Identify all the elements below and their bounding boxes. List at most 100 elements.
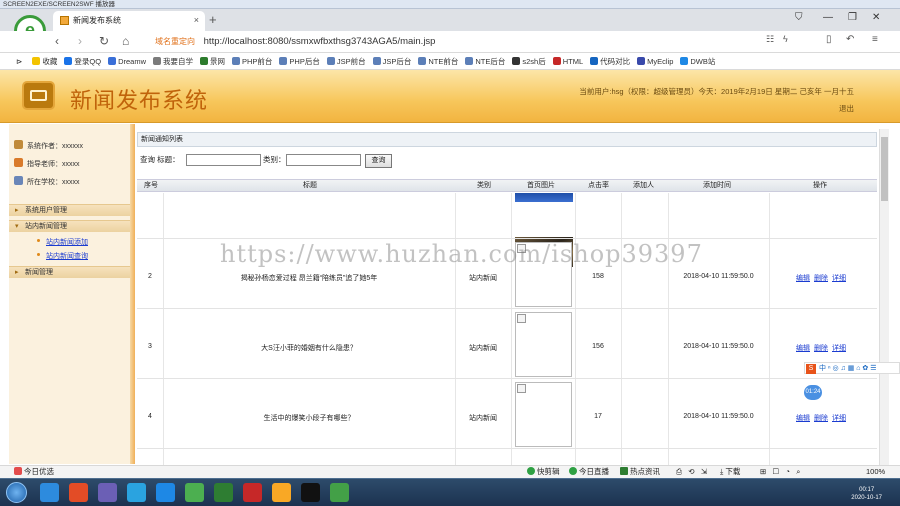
bookmark-item[interactable]: Dreamw [108, 53, 146, 69]
bookmark-item[interactable]: PHP前台 [231, 53, 272, 69]
bookmark-label: Dreamw [118, 57, 146, 66]
delete-link[interactable]: 删除 [814, 343, 828, 353]
ime-tools-icon[interactable]: ⁿ ◎ ♫ ▦ ⌂ ✿ ☰ [828, 365, 877, 372]
close-tab-icon[interactable]: × [194, 11, 199, 30]
bookmark-item[interactable]: NTE前台 [418, 53, 458, 69]
row-type: 站内新闻 [469, 275, 497, 282]
col-type: 类别 [477, 182, 491, 189]
status-download[interactable]: ⤓ 下载 [720, 466, 740, 478]
bookmark-item[interactable]: JSP后台 [372, 53, 411, 69]
status-icons[interactable]: ⎙ ⟲ ⇲ [676, 466, 707, 478]
ime-mode[interactable]: 中 [819, 365, 826, 372]
row-no: 2 [148, 273, 152, 280]
status-live[interactable]: 今日直播 [569, 466, 609, 478]
sidebar: 系统作者：xxxxxx 指导老师：xxxxx 所在学校：xxxxx 系统用户管理… [9, 124, 131, 464]
lightning-icon[interactable]: ϟ [783, 34, 788, 44]
detail-link[interactable]: 详细 [832, 273, 846, 283]
ime-toolbar[interactable]: S中 ⁿ ◎ ♫ ▦ ⌂ ✿ ☰ [804, 362, 900, 374]
edit-link[interactable]: 编辑 [796, 413, 810, 423]
panel-title: 新闻通知列表 [137, 132, 877, 147]
bookmark-item[interactable]: s2sh后 [512, 53, 546, 69]
folder-icon[interactable] [272, 483, 291, 502]
redirect-hint: 域名重定向 [155, 37, 195, 46]
ie-icon[interactable] [40, 483, 59, 502]
status-quick-clip[interactable]: 快剪辑 [527, 466, 560, 478]
status-extra-icons[interactable]: ⊞ ☐ ◔ ⌕ [760, 466, 801, 478]
submenu-news-query[interactable]: 站内新闻查询 [37, 251, 88, 261]
edit-link[interactable]: 编辑 [796, 273, 810, 283]
detail-link[interactable]: 详细 [832, 413, 846, 423]
menu-news-manage[interactable]: 新闻管理 [9, 266, 131, 279]
bookmark-item[interactable]: HTML [552, 53, 583, 69]
bookmark-item[interactable]: MyEclip [637, 53, 673, 69]
close-window-icon[interactable]: ✕ [872, 12, 880, 23]
maximize-icon[interactable]: ❐ [848, 12, 857, 23]
bookmark-item[interactable]: 代码对比 [590, 53, 631, 69]
chrome-icon[interactable] [69, 483, 88, 502]
qq-icon[interactable] [301, 483, 320, 502]
menu-icon[interactable]: ≡ [872, 34, 878, 45]
player-icon[interactable] [330, 483, 349, 502]
app-logo-icon [22, 81, 55, 110]
sidebar-splitter[interactable] [130, 124, 135, 464]
grid-icon[interactable]: ☷ [766, 34, 774, 45]
tab-news-system[interactable]: 新闻发布系统 × [53, 11, 205, 31]
bookmark-label: 景网 [209, 57, 225, 66]
sidebar-toggle-icon[interactable]: ⊳ [16, 57, 22, 66]
excel-icon[interactable] [214, 483, 233, 502]
device-icon[interactable]: ▯ [826, 34, 832, 45]
bookmark-item[interactable]: NTE后台 [465, 53, 505, 69]
edit-link[interactable]: 编辑 [796, 343, 810, 353]
bookmark-item[interactable]: JSP前台 [326, 53, 366, 69]
green-app-icon[interactable] [185, 483, 204, 502]
back-icon[interactable]: ‹ [55, 34, 59, 48]
menu-system-users[interactable]: 系统用户管理 [9, 204, 131, 217]
flash-icon[interactable] [243, 483, 262, 502]
vertical-scrollbar[interactable] [879, 129, 889, 465]
news-thumbnail [515, 193, 573, 202]
delete-link[interactable]: 删除 [814, 413, 828, 423]
delete-link[interactable]: 删除 [814, 273, 828, 283]
bookmark-icon [231, 57, 240, 65]
school-label: 所在学校：xxxxx [27, 179, 80, 186]
news-icon [620, 467, 628, 475]
scrollbar-thumb[interactable] [881, 137, 888, 201]
media-icon[interactable] [98, 483, 117, 502]
bookmark-item[interactable]: DWB站 [680, 53, 715, 69]
bookmark-item[interactable]: PHP后台 [279, 53, 320, 69]
sogou-ime-icon[interactable]: S [806, 364, 816, 374]
bookmark-label: 代码对比 [600, 57, 631, 66]
url-text[interactable]: http://localhost:8080/ssmxwfbxthsg3743AG… [204, 36, 436, 47]
network-icon[interactable] [127, 483, 146, 502]
type-search-input[interactable] [286, 154, 361, 166]
detail-link[interactable]: 详细 [832, 343, 846, 353]
minimize-icon[interactable]: — [823, 12, 833, 23]
row-title: 生活中的爆笑小段子有哪些？ [263, 415, 355, 422]
menu-site-news[interactable]: 站内新闻管理 [9, 220, 131, 233]
start-button[interactable] [6, 482, 27, 503]
bookmark-item[interactable]: 收藏 [32, 53, 57, 69]
address-bar[interactable]: 域名重定向 http://localhost:8080/ssmxwfbxthsg… [155, 33, 795, 51]
new-tab-icon[interactable]: + [209, 12, 217, 27]
ime-badge[interactable]: 01:24 [804, 385, 822, 400]
home-icon[interactable]: ⌂ [122, 34, 129, 48]
zoom-level[interactable]: 100% [866, 466, 885, 478]
browser-tab-strip: 新闻发布系统 × + ⛉ — ❐ ✕ [0, 9, 900, 31]
submenu-news-add[interactable]: 站内新闻添加 [37, 237, 88, 247]
status-news[interactable]: 热点资讯 [620, 466, 660, 478]
bookmark-item[interactable]: 我要自学 [152, 53, 193, 69]
bookmark-item[interactable]: 景网 [199, 53, 225, 69]
status-today-picks[interactable]: 今日优选 [14, 466, 54, 478]
reload-icon[interactable]: ↻ [99, 34, 109, 48]
bookmark-item[interactable]: 登录QQ [64, 53, 101, 69]
row-type: 站内新闻 [469, 415, 497, 422]
logout-link[interactable]: 退出 [839, 103, 854, 114]
forward-icon[interactable]: › [78, 34, 82, 48]
title-search-input[interactable] [186, 154, 261, 166]
shield-icon[interactable]: ⛉ [795, 12, 803, 23]
school-icon [14, 176, 23, 185]
undo-icon[interactable]: ↶ [846, 34, 854, 45]
explorer-icon[interactable] [156, 483, 175, 502]
search-button[interactable]: 查询 [365, 154, 392, 168]
broken-image-icon [517, 384, 526, 393]
